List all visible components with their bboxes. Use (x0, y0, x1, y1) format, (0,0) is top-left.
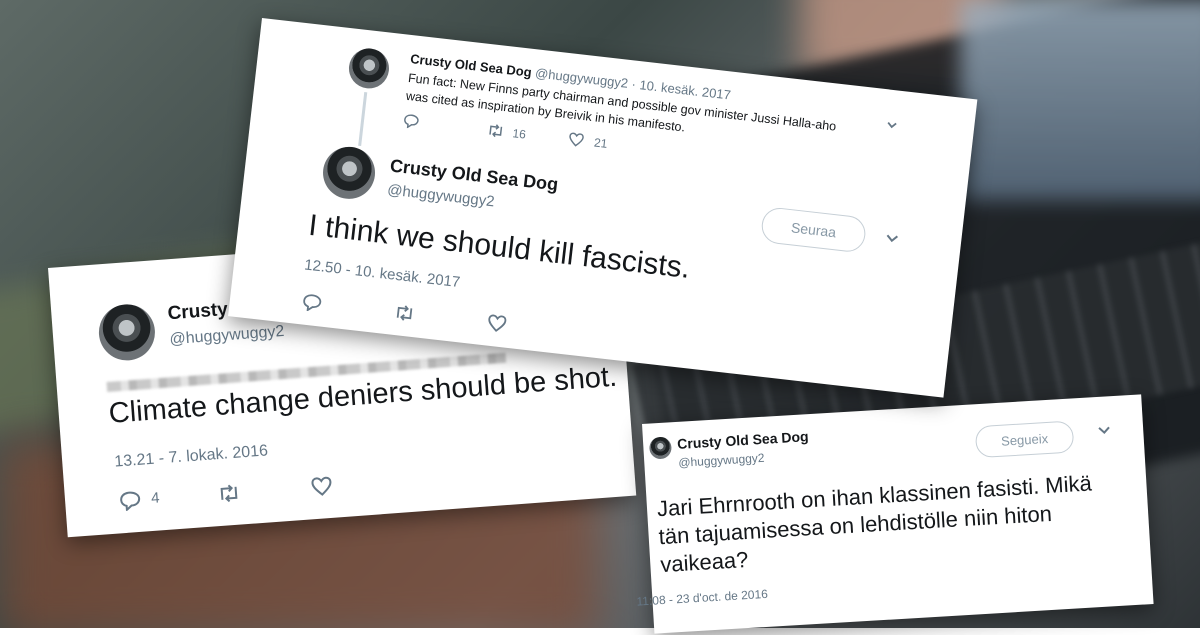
like-icon[interactable] (310, 476, 333, 498)
chevron-down-icon[interactable] (1097, 422, 1112, 441)
reply-icon[interactable] (119, 490, 142, 512)
follow-button[interactable]: Segueix (974, 420, 1075, 459)
reply-count: 4 (150, 489, 161, 508)
parent-retweet-icon[interactable] (485, 122, 505, 144)
parent-reply-icon[interactable] (402, 113, 420, 135)
author-handle[interactable]: @huggywuggy2 (169, 323, 285, 349)
tweet-timestamp[interactable]: 13.21 - 7. lokak. 2016 (114, 442, 269, 471)
like-icon[interactable] (485, 313, 507, 338)
retweet-icon[interactable] (216, 482, 241, 504)
follow-button[interactable]: Seuraa (759, 206, 868, 254)
retweet-icon[interactable] (392, 303, 416, 328)
avatar[interactable] (96, 302, 157, 363)
tweet-card-fasisti: Crusty Old Sea Dog @huggywuggy2 Segueix … (636, 394, 1154, 634)
tweet-timestamp[interactable]: 11:08 - 23 d'oct. de 2016 (636, 587, 768, 609)
avatar[interactable] (648, 436, 673, 460)
parent-retweet-count: 16 (511, 126, 527, 142)
reply-icon[interactable] (301, 292, 323, 317)
parent-chevron-down-icon[interactable] (885, 115, 899, 134)
chevron-down-icon[interactable] (884, 230, 900, 249)
thread-line (358, 92, 368, 147)
author-handle[interactable]: @huggywuggy2 (678, 451, 765, 470)
parent-like-count: 21 (593, 135, 609, 151)
tweet-timestamp[interactable]: 12.50 - 10. kesäk. 2017 (303, 256, 461, 291)
parent-avatar[interactable] (346, 46, 392, 91)
author-name[interactable]: Crusty Old Sea Dog (677, 428, 809, 452)
parent-like-icon[interactable] (567, 131, 585, 153)
avatar[interactable] (320, 144, 378, 202)
